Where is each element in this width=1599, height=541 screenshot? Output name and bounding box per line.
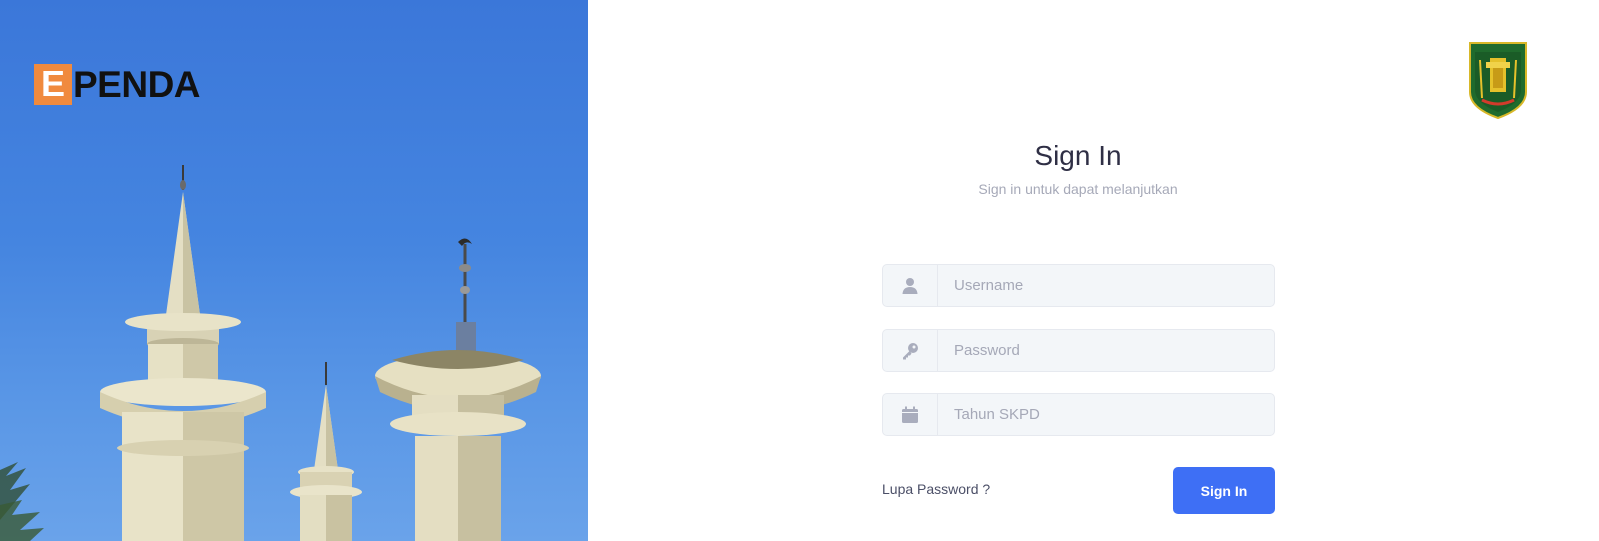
page-subtitle: Sign in untuk dapat melanjutkan — [978, 181, 1178, 197]
forgot-password-link[interactable]: Lupa Password ? — [882, 481, 990, 497]
username-input[interactable] — [938, 265, 1274, 306]
tabalong-emblem-icon — [1469, 42, 1527, 120]
year-input[interactable] — [938, 394, 1274, 435]
password-field — [882, 329, 1275, 372]
logo-letter-box: E — [34, 63, 72, 105]
password-input[interactable] — [938, 330, 1274, 371]
ependa-logo: E PENDA — [34, 63, 201, 105]
key-icon — [883, 330, 938, 371]
page-title: Sign In — [1034, 140, 1122, 171]
sign-in-button[interactable]: Sign In — [1173, 467, 1275, 514]
logo-wordmark: PENDA — [73, 63, 201, 105]
year-field — [882, 393, 1275, 436]
user-icon — [883, 265, 938, 306]
username-field — [882, 264, 1275, 307]
hero-panel: E PENDA — [0, 0, 588, 541]
calendar-icon — [883, 394, 938, 435]
